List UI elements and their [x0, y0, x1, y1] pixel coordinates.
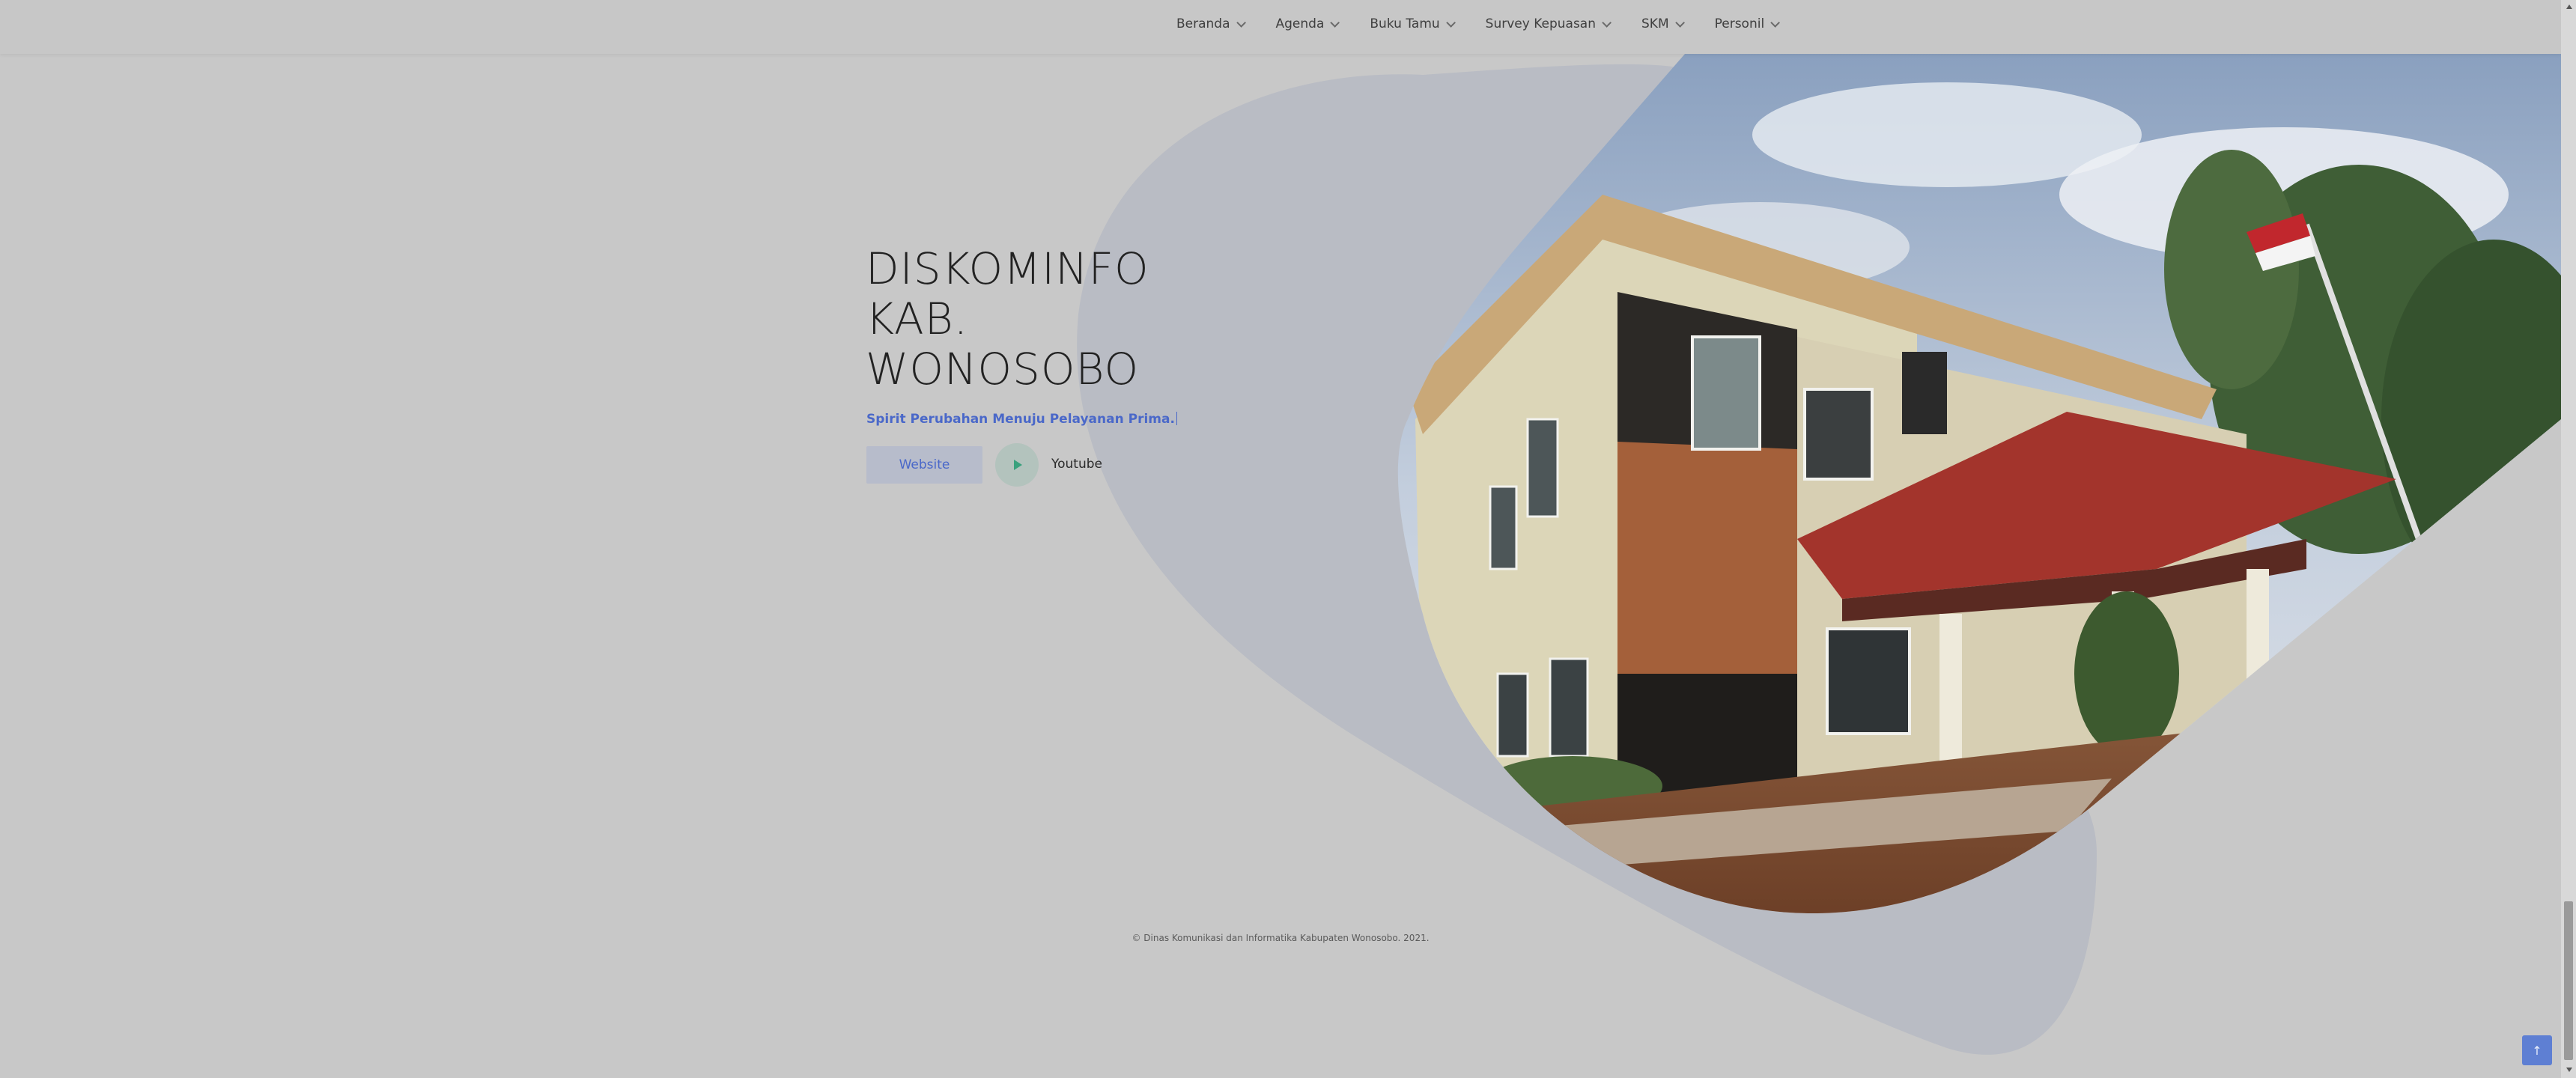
hero-tagline: Spirit Perubahan Menuju Pelayanan Prima.: [866, 412, 1177, 427]
hero-title-line: WONOSOBO: [866, 344, 1140, 395]
chevron-down-icon: [1330, 17, 1340, 28]
nav-item-agenda[interactable]: Agenda: [1275, 16, 1340, 31]
chevron-down-icon: [1770, 17, 1781, 28]
arrow-up-icon: ↑: [2532, 1043, 2542, 1058]
hero-title-line: KAB.: [866, 293, 969, 344]
chevron-down-icon: [1674, 17, 1685, 28]
nav-item-label: SKM: [1641, 16, 1669, 31]
nav-item-skm[interactable]: SKM: [1641, 16, 1685, 31]
nav-item-label: Agenda: [1275, 16, 1325, 31]
chevron-down-icon: [1445, 17, 1456, 28]
page: Beranda Agenda Buku Tamu Survey Kepuasan…: [0, 0, 2576, 1078]
scroll-up-arrow-icon[interactable]: [2566, 4, 2572, 9]
nav-item-label: Beranda: [1176, 16, 1230, 31]
tagline-text: Spirit Perubahan Menuju Pelayanan Prima.: [866, 412, 1175, 427]
scroll-down-arrow-icon[interactable]: [2566, 1068, 2572, 1072]
chevron-down-icon: [1236, 17, 1246, 28]
nav-item-label: Survey Kepuasan: [1485, 16, 1596, 31]
nav-item-label: Personil: [1714, 16, 1765, 31]
nav-item-beranda[interactable]: Beranda: [1176, 16, 1246, 31]
typing-cursor: [1176, 412, 1177, 425]
youtube-link[interactable]: Youtube: [1051, 457, 1102, 472]
youtube-play-button[interactable]: [995, 443, 1039, 487]
nav-item-survey-kepuasan[interactable]: Survey Kepuasan: [1485, 16, 1611, 31]
nav-item-label: Buku Tamu: [1370, 16, 1440, 31]
office-building-photo: [1397, 54, 2561, 913]
footer-copyright: © Dinas Komunikasi dan Informatika Kabup…: [1131, 933, 1430, 943]
back-to-top-button[interactable]: ↑: [2522, 1035, 2552, 1065]
main-nav: Beranda Agenda Buku Tamu Survey Kepuasan…: [1176, 16, 1810, 31]
play-icon: [1014, 460, 1022, 470]
scrollbar-thumb[interactable]: [2564, 901, 2573, 1060]
website-button[interactable]: Website: [866, 446, 982, 484]
hero-title: DISKOMINFO KAB. WONOSOBO: [866, 244, 1149, 395]
nav-item-buku-tamu[interactable]: Buku Tamu: [1370, 16, 1456, 31]
chevron-down-icon: [1602, 17, 1611, 28]
hero-title-line: DISKOMINFO: [866, 243, 1149, 294]
nav-item-personil[interactable]: Personil: [1714, 16, 1781, 31]
top-navbar: Beranda Agenda Buku Tamu Survey Kepuasan…: [0, 0, 2561, 54]
